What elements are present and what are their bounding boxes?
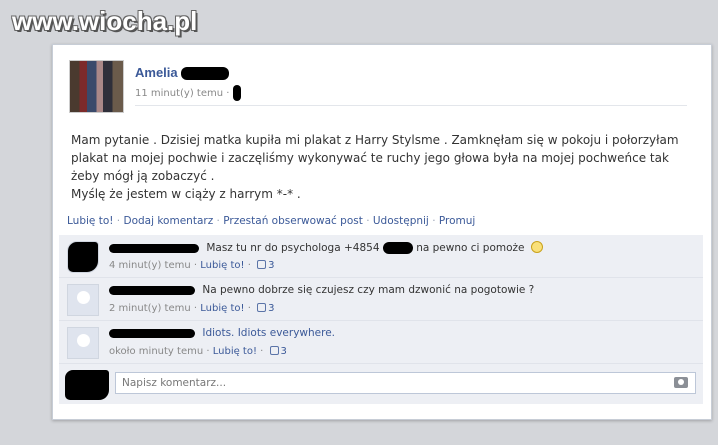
comment-text: Na pewno dobrze się czujesz czy mam dzwo… (202, 284, 535, 296)
comment: Masz tu nr do psychologa +4854 na pewno … (59, 235, 703, 278)
comment-text: Idiots. Idiots everywhere. (202, 327, 335, 339)
camera-icon[interactable] (674, 377, 688, 388)
post-meta: 11 minut(y) temu · (135, 85, 241, 101)
thumbs-up-icon (269, 346, 279, 355)
comment-body: Masz tu nr do psychologa +4854 na pewno … (109, 241, 543, 254)
author-name-text[interactable]: Amelia (135, 65, 178, 80)
commenter-avatar[interactable] (67, 284, 99, 316)
commenter-name-redacted[interactable] (109, 243, 199, 253)
comment-text: Masz tu nr do psychologa +4854 (206, 242, 380, 254)
thumbs-up-icon (257, 303, 267, 312)
post-text-line: plakat na mojej pochwie i zaczęliśmy wyk… (71, 151, 669, 165)
add-comment-link[interactable]: Dodaj komentarz (123, 215, 213, 227)
comment-body: Idiots. Idiots everywhere. (109, 327, 335, 339)
comment-meta: 2 minut(y) temu · Lubię to! · 3 (109, 303, 275, 314)
commenter-avatar[interactable] (67, 327, 99, 359)
share-link[interactable]: Udostępnij (373, 215, 429, 227)
comment: Idiots. Idiots everywhere. około minuty … (59, 321, 703, 364)
thumbs-up-icon (257, 260, 267, 269)
divider (135, 105, 687, 106)
post-text-line: Mam pytanie . Dzisiej matka kupiła mi pl… (71, 133, 679, 147)
site-watermark: www.wiocha.pl (12, 6, 198, 36)
unfollow-link[interactable]: Przestań obserwować post (223, 215, 363, 227)
facebook-post: Amelia 11 minut(y) temu · Mam pytanie . … (52, 44, 712, 420)
post-time[interactable]: 11 minut(y) temu (135, 88, 223, 99)
promote-link[interactable]: Promuj (439, 215, 475, 227)
privacy-icon-redacted (232, 85, 241, 101)
comment-body: Na pewno dobrze się czujesz czy mam dzwo… (109, 284, 534, 296)
post-text-line: Myślę że jestem w ciąży z harrym *-* . (71, 187, 301, 201)
commenter-avatar[interactable] (67, 241, 99, 273)
redaction-scribble (382, 242, 413, 254)
redaction-scribble (181, 67, 230, 81)
commenter-name-redacted[interactable] (109, 328, 195, 338)
author-avatar[interactable] (69, 60, 124, 113)
like-count[interactable]: 3 (268, 303, 274, 314)
comment-meta: około minuty temu · Lubię to! · 3 (109, 346, 287, 357)
author-name[interactable]: Amelia (135, 65, 230, 81)
comment: Na pewno dobrze się czujesz czy mam dzwo… (59, 278, 703, 321)
post-text-line: żeby mógł ją zobaczyć . (71, 169, 215, 183)
comment-meta: 4 minut(y) temu · Lubię to! · 3 (109, 260, 275, 271)
like-link[interactable]: Lubię to! (67, 215, 113, 227)
comment-time[interactable]: 4 minut(y) temu (109, 260, 191, 271)
comments-section: Masz tu nr do psychologa +4854 na pewno … (59, 235, 703, 404)
comment-input-placeholder: Napisz komentarz... (122, 377, 227, 389)
commenter-name-redacted[interactable] (109, 285, 195, 295)
like-count[interactable]: 3 (281, 346, 287, 357)
comment-like-link[interactable]: Lubię to! (200, 260, 244, 271)
comment-time[interactable]: około minuty temu (109, 346, 203, 357)
like-count[interactable]: 3 (268, 260, 274, 271)
post-text: Mam pytanie . Dzisiej matka kupiła mi pl… (71, 131, 691, 203)
comment-time[interactable]: 2 minut(y) temu (109, 303, 191, 314)
smiley-icon (530, 241, 543, 253)
post-actions: Lubię to! · Dodaj komentarz · Przestań o… (67, 215, 476, 227)
comment-input[interactable]: Napisz komentarz... (115, 372, 696, 394)
current-user-avatar (65, 370, 109, 400)
comment-like-link[interactable]: Lubię to! (213, 346, 257, 357)
comment-text-end: na pewno ci pomoże (416, 242, 525, 254)
comment-like-link[interactable]: Lubię to! (200, 303, 244, 314)
write-comment-row: Napisz komentarz... (59, 364, 703, 404)
